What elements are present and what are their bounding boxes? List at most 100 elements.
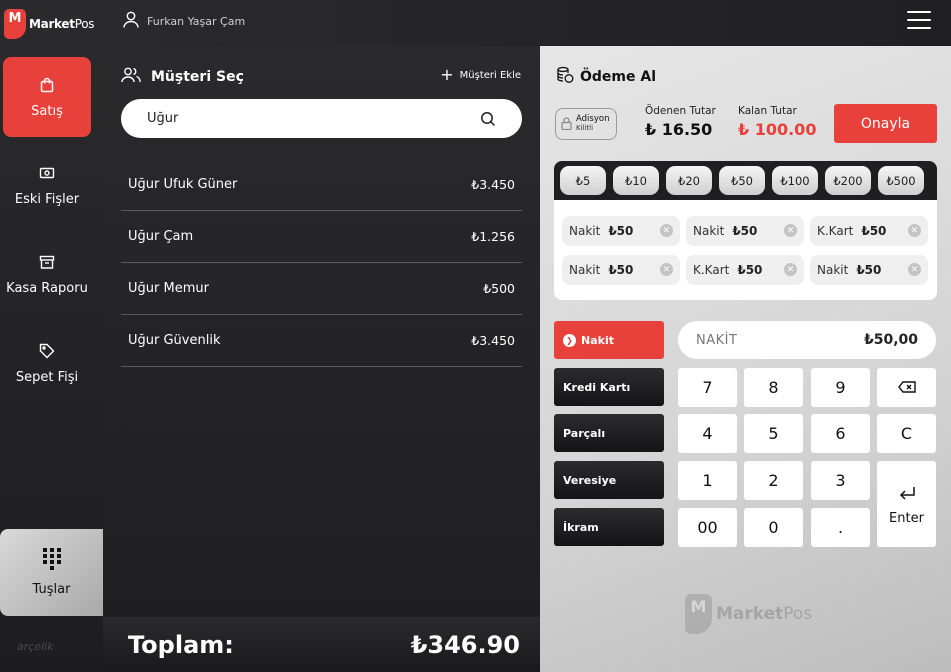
customer-balance: ₺3.450 — [471, 177, 515, 192]
keypad-grid-icon — [42, 548, 61, 574]
customer-balance: ₺3.450 — [471, 333, 515, 348]
sidebar-item-kasa-raporu[interactable]: Kasa Raporu — [3, 234, 91, 314]
key-00[interactable]: 00 — [678, 508, 737, 547]
method-nakit-button[interactable]: ❯ Nakit — [554, 321, 664, 359]
remove-icon[interactable]: ✕ — [660, 263, 673, 276]
total-label: Toplam: — [128, 630, 234, 659]
watermark-logo: M MarketPos — [685, 594, 812, 634]
payment-entry-type: Nakit — [693, 224, 725, 238]
payment-entry-type: Nakit — [569, 224, 601, 238]
key-3[interactable]: 3 — [811, 461, 870, 500]
user-icon — [123, 11, 139, 32]
quick-cash-button[interactable]: ₺50 — [719, 166, 765, 195]
remove-icon[interactable]: ✕ — [660, 224, 673, 237]
key-6[interactable]: 6 — [811, 414, 870, 453]
remove-icon[interactable]: ✕ — [908, 224, 921, 237]
customer-list: Uğur Ufuk Güner ₺3.450 Uğur Çam ₺1.256 U… — [121, 159, 522, 367]
key-0[interactable]: 0 — [744, 508, 803, 547]
key-8[interactable]: 8 — [744, 368, 803, 407]
customer-title: Müşteri Seç — [151, 69, 244, 85]
sidebar-item-eski-fisler[interactable]: Eski Fişler — [3, 145, 91, 225]
customer-header: Müşteri Seç + Müşteri Ekle — [121, 66, 521, 88]
user-name: Furkan Yaşar Çam — [147, 15, 246, 28]
coins-icon — [556, 66, 574, 88]
customer-balance: ₺500 — [483, 281, 515, 296]
confirm-button[interactable]: Onayla — [834, 104, 937, 143]
payment-entry-type: Nakit — [569, 263, 601, 277]
total-bar: Toplam: ₺346.90 — [103, 617, 540, 672]
hamburger-menu-icon[interactable] — [907, 11, 931, 31]
search-icon[interactable] — [480, 111, 496, 127]
sidebar-item-satis[interactable]: Satış — [3, 57, 91, 137]
customer-name: Uğur Çam — [128, 229, 194, 244]
lock-icon — [561, 115, 572, 134]
customer-search — [121, 99, 522, 138]
key-9[interactable]: 9 — [811, 368, 870, 407]
watermark-text: MarketPos — [716, 604, 813, 624]
customer-balance: ₺1.256 — [471, 229, 515, 244]
clear-key[interactable]: C — [877, 414, 936, 453]
quick-cash-button[interactable]: ₺20 — [666, 166, 712, 195]
key-4[interactable]: 4 — [678, 414, 737, 453]
remove-icon[interactable]: ✕ — [784, 224, 797, 237]
enter-arrow-icon — [898, 483, 916, 507]
customer-row[interactable]: Uğur Memur ₺500 — [121, 263, 522, 315]
key-1[interactable]: 1 — [678, 461, 737, 500]
enter-key[interactable]: Enter — [877, 461, 936, 547]
user-info[interactable]: Furkan Yaşar Çam — [123, 11, 245, 32]
keypad-toggle-button[interactable]: Tuşlar — [0, 529, 103, 616]
tag-icon — [38, 342, 56, 360]
customer-panel: Müşteri Seç + Müşteri Ekle Uğur Ufuk Gün… — [103, 46, 540, 672]
method-parcali-button[interactable]: Parçalı — [554, 414, 664, 452]
adisyon-status: Kilitli — [576, 124, 594, 132]
payment-entry-type: K.Kart — [817, 224, 854, 238]
quick-cash-button[interactable]: ₺10 — [613, 166, 659, 195]
cash-box: ₺5 ₺10 ₺20 ₺50 ₺100 ₺200 ₺500 Nakit ₺50 … — [554, 161, 937, 300]
remaining-label: Kalan Tutar — [738, 105, 797, 117]
customer-row[interactable]: Uğur Ufuk Güner ₺3.450 — [121, 159, 522, 211]
customer-row[interactable]: Uğur Çam ₺1.256 — [121, 211, 522, 263]
key-2[interactable]: 2 — [744, 461, 803, 500]
quick-cash-strip: ₺5 ₺10 ₺20 ₺50 ₺100 ₺200 ₺500 — [554, 161, 937, 200]
adisyon-label: Adisyon — [576, 114, 610, 124]
remove-icon[interactable]: ✕ — [784, 263, 797, 276]
quick-cash-button[interactable]: ₺200 — [825, 166, 871, 195]
method-label: Veresiye — [563, 473, 617, 487]
payment-entry: K.Kart ₺50 ✕ — [810, 216, 928, 246]
payment-header: Ödeme Al — [556, 66, 656, 88]
watermark-mark: M — [685, 594, 712, 634]
backspace-icon — [897, 378, 916, 397]
adisyon-lock-button[interactable]: Adisyon Kilitli — [555, 108, 617, 140]
sidebar-item-label: Eski Fişler — [14, 191, 80, 207]
users-icon — [121, 67, 141, 87]
customer-row[interactable]: Uğur Güvenlik ₺3.450 — [121, 315, 522, 367]
method-label: Nakit — [581, 333, 614, 347]
top-bar: Furkan Yaşar Çam — [103, 0, 951, 46]
payment-entry-amount: ₺50 — [732, 224, 758, 238]
method-kredi-karti-button[interactable]: Kredi Kartı — [554, 368, 664, 406]
payment-entry: Nakit ₺50 ✕ — [810, 255, 928, 285]
logo-text: MarketPos — [29, 17, 95, 31]
add-customer-button[interactable]: + Müşteri Ekle — [440, 67, 521, 83]
payment-entry-amount: ₺50 — [737, 263, 763, 277]
method-veresiye-button[interactable]: Veresiye — [554, 461, 664, 499]
remove-icon[interactable]: ✕ — [908, 263, 921, 276]
key-7[interactable]: 7 — [678, 368, 737, 407]
sidebar-item-label: Kasa Raporu — [6, 280, 88, 296]
paid-amount: Ödenen Tutar ₺ 16.50 — [645, 105, 716, 139]
amount-value: ₺50,00 — [863, 332, 918, 348]
method-ikram-button[interactable]: İkram — [554, 508, 664, 546]
quick-cash-button[interactable]: ₺5 — [560, 166, 606, 195]
customer-search-input[interactable] — [147, 111, 480, 126]
key-5[interactable]: 5 — [744, 414, 803, 453]
payment-entry-amount: ₺50 — [608, 224, 634, 238]
chevron-right-icon: ❯ — [563, 333, 576, 347]
payment-entry: Nakit ₺50 ✕ — [686, 216, 804, 246]
amount-input[interactable]: NAKİT ₺50,00 — [678, 321, 936, 359]
backspace-key[interactable] — [877, 368, 936, 407]
footer-brand: arçelik — [17, 640, 54, 653]
quick-cash-button[interactable]: ₺100 — [772, 166, 818, 195]
quick-cash-button[interactable]: ₺500 — [878, 166, 924, 195]
key-decimal[interactable]: . — [811, 508, 870, 547]
sidebar-item-sepet-fisi[interactable]: Sepet Fişi — [3, 323, 91, 403]
